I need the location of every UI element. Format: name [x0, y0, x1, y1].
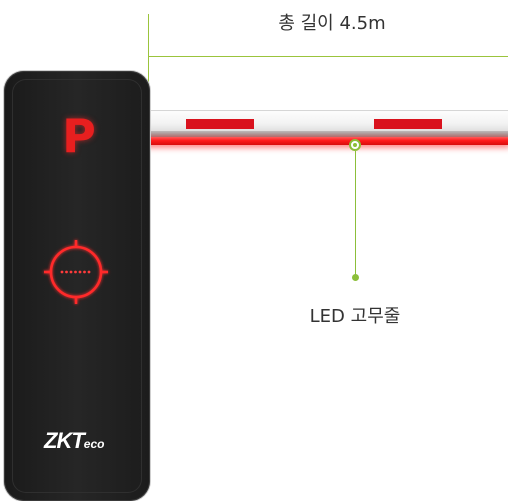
length-dimension-horizontal-line: [148, 56, 508, 57]
arm-red-stripe-1: [186, 119, 254, 129]
signal-light-icon: [44, 240, 108, 304]
led-rubber-strip: [148, 137, 508, 145]
total-length-label: 총 길이 4.5m: [278, 13, 386, 34]
logo-sub-text: eco: [83, 437, 105, 451]
arm-red-stripe-2: [374, 119, 442, 129]
barrier-gate-illustration: 총 길이 4.5m LED 고무줄 P ZKTeco: [0, 0, 508, 501]
logo-main-text: ZKT: [44, 428, 85, 453]
led-strip-label: LED 고무줄: [309, 306, 401, 327]
callout-marker-icon: [349, 139, 361, 151]
callout-end-dot: [352, 274, 359, 281]
callout-leader-line: [355, 151, 356, 275]
parking-p-sign: P: [62, 109, 96, 163]
zkteco-logo: ZKTeco: [44, 428, 104, 457]
